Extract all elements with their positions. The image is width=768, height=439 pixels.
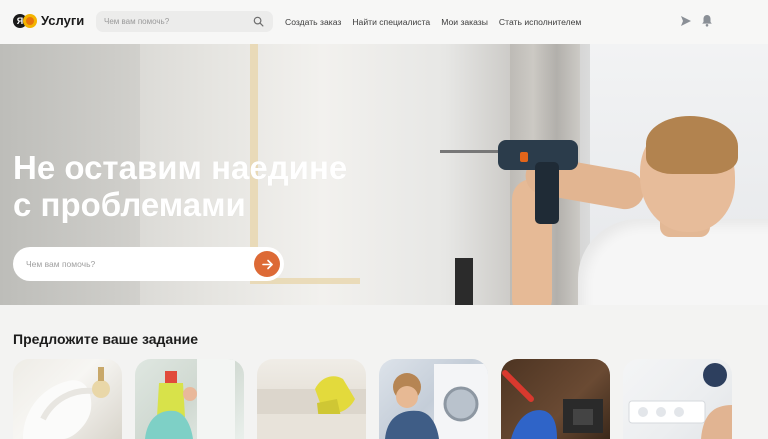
hero-person-hair: [646, 116, 738, 174]
task-card-spray-cleaning[interactable]: [135, 359, 244, 439]
electrical-tools-image: [502, 370, 603, 439]
hero-title-line1: Не оставим наедине: [13, 149, 348, 186]
search-icon[interactable]: [253, 16, 264, 27]
section-title: Предложите ваше задание: [13, 331, 199, 347]
nav-become-performer[interactable]: Стать исполнителем: [499, 17, 581, 27]
main-nav: Создать заказ Найти специалиста Мои зака…: [285, 17, 581, 27]
washing-machine-repair-image: [385, 364, 488, 439]
drill-accent: [520, 152, 528, 162]
hero-title: Не оставим наедине с проблемами: [13, 149, 393, 223]
hero-search-button[interactable]: [254, 251, 280, 277]
task-card-cleaning[interactable]: [13, 359, 122, 439]
sofa-glove-image: [257, 376, 366, 439]
nav-create-order[interactable]: Создать заказ: [285, 17, 341, 27]
task-cards: [13, 359, 732, 439]
task-card-sofa-cleaning[interactable]: [257, 359, 366, 439]
services-logo-icon: [23, 13, 37, 28]
hero-title-line2: с проблемами: [13, 186, 246, 223]
spray-bottle-image: [145, 359, 235, 439]
task-card-electrical-repair[interactable]: [501, 359, 610, 439]
hero-search: [13, 247, 284, 281]
drill-handle: [535, 162, 559, 224]
drill-bit: [440, 150, 500, 153]
bell-icon[interactable]: [701, 14, 713, 27]
nav-find-specialist[interactable]: Найти специалиста: [352, 17, 430, 27]
hero-search-input[interactable]: [26, 259, 226, 269]
cleaning-duster-image: [23, 367, 110, 439]
socket-installation-image: [628, 363, 732, 439]
header-search-input[interactable]: [104, 17, 244, 26]
task-card-socket-installation[interactable]: [623, 359, 732, 439]
top-header: Я Услуги Создать заказ Найти специалиста…: [0, 0, 768, 44]
header-search: [96, 11, 273, 32]
hero-lamp: [455, 258, 473, 305]
logo[interactable]: Я Услуги: [13, 13, 84, 28]
hero-banner: Не оставим наедине с проблемами: [0, 44, 768, 305]
task-card-appliance-repair[interactable]: [379, 359, 488, 439]
nav-my-orders[interactable]: Мои заказы: [441, 17, 488, 27]
send-icon[interactable]: [680, 15, 692, 27]
arrow-right-icon: [261, 259, 273, 269]
logo-text: Услуги: [41, 13, 85, 28]
